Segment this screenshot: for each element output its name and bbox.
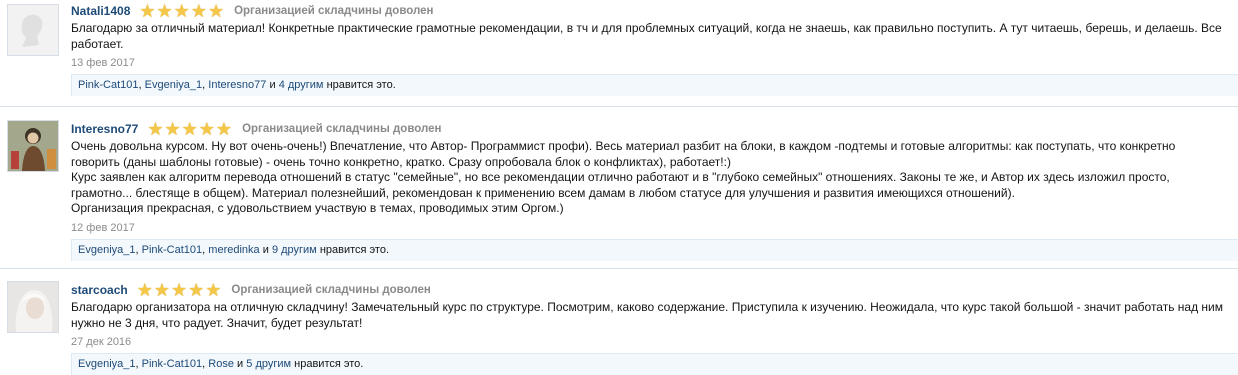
likes-and: и bbox=[269, 79, 276, 91]
review-paragraph: Благодарю организатора на отличную склад… bbox=[71, 300, 1224, 330]
review-text: Благодарю за отличный материал! Конкретн… bbox=[71, 21, 1238, 52]
likes-and: и bbox=[237, 358, 244, 370]
star-icon: ★ bbox=[181, 119, 198, 139]
star-icon: ★ bbox=[190, 1, 207, 21]
rating-stars: ★ ★ ★ ★ ★ bbox=[136, 280, 223, 300]
liker-link[interactable]: meredinka bbox=[208, 244, 259, 256]
review-date[interactable]: 12 фев 2017 bbox=[71, 222, 1238, 234]
review-divider bbox=[0, 106, 1238, 107]
review-text: Очень довольна курсом. Ну вот очень-очен… bbox=[71, 139, 1238, 217]
user-avatar-icon bbox=[8, 282, 58, 332]
rating-stars: ★ ★ ★ ★ ★ bbox=[139, 1, 225, 21]
avatar-starcoach[interactable] bbox=[7, 281, 59, 333]
review-date[interactable]: 13 фев 2017 bbox=[71, 57, 1238, 69]
username[interactable]: Interesno77 bbox=[71, 122, 138, 136]
liker-link[interactable]: Rose bbox=[208, 358, 234, 370]
star-icon: ★ bbox=[147, 119, 164, 139]
likes-summary: Pink-Cat101, Evgeniya_1, Interesno77 и 4… bbox=[71, 74, 1238, 96]
star-icon: ★ bbox=[188, 280, 205, 300]
rating-stars: ★ ★ ★ ★ ★ bbox=[147, 119, 233, 139]
username[interactable]: Natali1408 bbox=[71, 4, 130, 18]
star-icon: ★ bbox=[198, 119, 215, 139]
likes-and: и bbox=[262, 243, 269, 256]
star-icon: ★ bbox=[164, 119, 181, 139]
star-icon: ★ bbox=[153, 280, 170, 300]
review-paragraph: Организация прекрасная, с удовольствием … bbox=[71, 201, 564, 215]
star-icon: ★ bbox=[215, 119, 233, 139]
likes-suffix: нравится это. bbox=[326, 79, 396, 91]
rating-label: Организацией складчины доволен bbox=[231, 284, 431, 296]
likes-others-link[interactable]: 4 другим bbox=[279, 79, 324, 91]
liker-link[interactable]: Evgeniya_1 bbox=[145, 79, 203, 91]
user-avatar-icon bbox=[8, 121, 58, 171]
star-icon: ★ bbox=[170, 280, 188, 300]
star-icon: ★ bbox=[139, 1, 156, 21]
star-icon: ★ bbox=[207, 1, 225, 21]
rating-label: Организацией складчины доволен bbox=[234, 5, 434, 17]
likes-summary: Evgeniya_1, Pink-Cat101, meredinka и 9 д… bbox=[71, 238, 1238, 261]
star-icon: ★ bbox=[205, 280, 222, 300]
likes-suffix: нравится это. bbox=[294, 358, 364, 370]
review-paragraph: Благодарю за отличный материал! Конкретн… bbox=[71, 21, 1222, 51]
username[interactable]: starcoach bbox=[71, 283, 128, 297]
liker-link[interactable]: Pink-Cat101 bbox=[78, 79, 139, 91]
review-text: Благодарю организатора на отличную склад… bbox=[71, 300, 1238, 331]
default-avatar-icon bbox=[8, 5, 58, 55]
liker-link[interactable]: Pink-Cat101 bbox=[142, 244, 203, 256]
likes-others-link[interactable]: 9 другим bbox=[272, 244, 317, 256]
review-paragraph: Очень довольна курсом. Ну вот очень-очен… bbox=[71, 139, 1176, 169]
avatar-interesno77[interactable] bbox=[7, 120, 59, 172]
likes-others-link[interactable]: 5 другим bbox=[246, 358, 291, 370]
review-date[interactable]: 27 дек 2016 bbox=[71, 336, 1238, 348]
review-paragraph: Курс заявлен как алгоритм перевода отнош… bbox=[71, 170, 1170, 200]
star-icon: ★ bbox=[156, 1, 173, 21]
rating-label: Организацией складчины доволен bbox=[242, 123, 442, 135]
liker-link[interactable]: Interesno77 bbox=[208, 79, 266, 91]
likes-suffix: нравится это. bbox=[319, 243, 389, 256]
liker-link[interactable]: Pink-Cat101 bbox=[142, 358, 203, 370]
avatar-default[interactable] bbox=[7, 4, 59, 56]
star-icon: ★ bbox=[136, 280, 153, 300]
liker-link[interactable]: Evgeniya_1 bbox=[78, 244, 136, 256]
liker-link[interactable]: Evgeniya_1 bbox=[78, 358, 136, 370]
review-divider bbox=[0, 268, 1238, 269]
star-icon: ★ bbox=[173, 1, 190, 21]
